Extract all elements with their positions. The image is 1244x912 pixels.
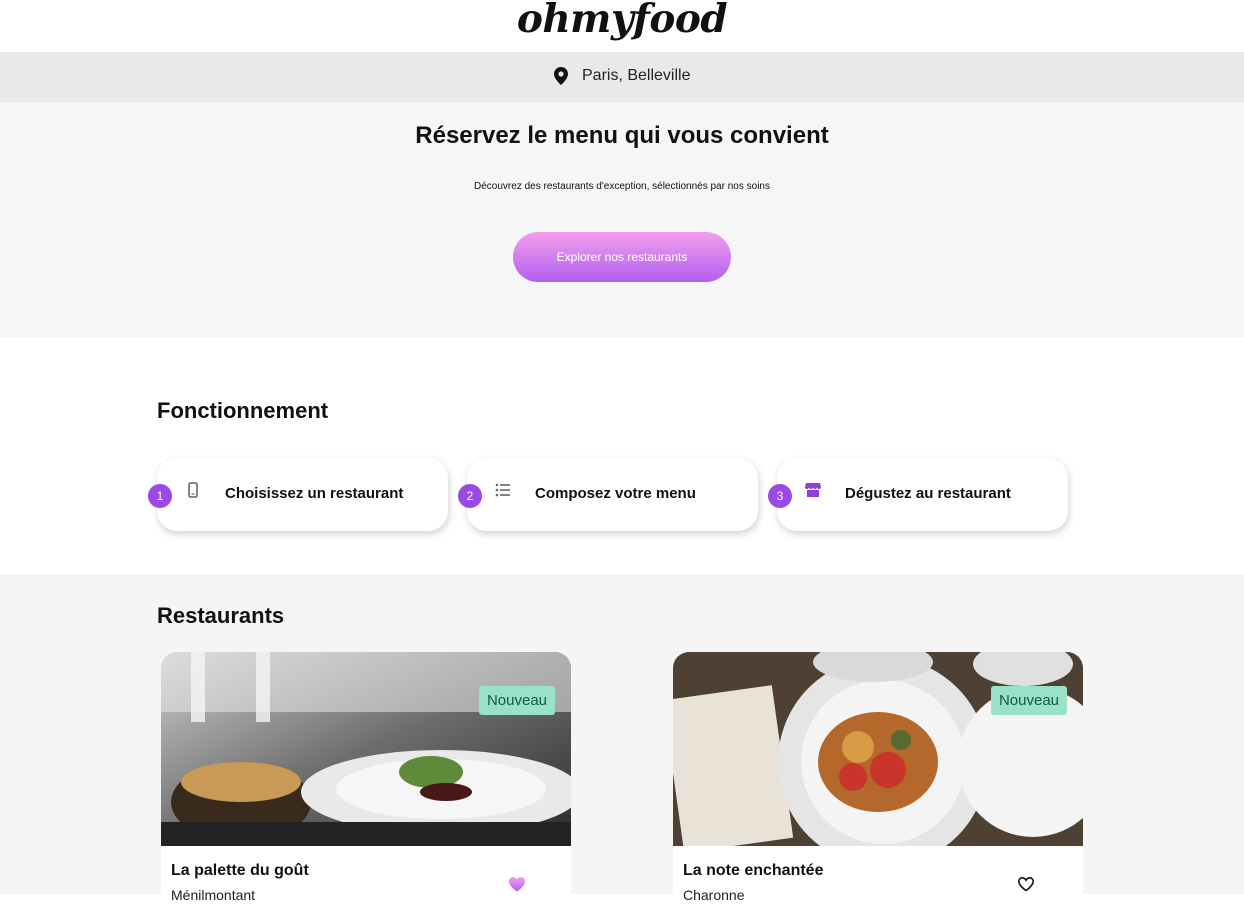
restaurant-photo bbox=[161, 652, 571, 846]
step-number: 1 bbox=[148, 484, 172, 508]
restaurant-card[interactable]: Nouveau La note enchantée Charonne bbox=[673, 652, 1083, 912]
restaurant-area: Ménilmontant bbox=[171, 887, 256, 903]
hero-subtitle: Découvrez des restaurants d'exception, s… bbox=[474, 181, 770, 192]
how-it-works-title: Fonctionnement bbox=[157, 398, 329, 423]
restaurant-card[interactable]: Nouveau La palette du goût Ménilmontant bbox=[161, 652, 571, 912]
step-card-2: 2 Composez votre menu bbox=[458, 458, 758, 531]
hero-title: Réservez le menu qui vous convient bbox=[415, 122, 829, 149]
smartphone-icon bbox=[188, 482, 198, 498]
step-label: Choisissez un restaurant bbox=[225, 485, 404, 502]
restaurant-area: Charonne bbox=[683, 887, 745, 903]
restaurants-title: Restaurants bbox=[157, 603, 285, 628]
step-number: 2 bbox=[458, 484, 482, 508]
restaurant-photo bbox=[673, 652, 1083, 846]
step-card-3: 3 Dégustez au restaurant bbox=[768, 458, 1068, 531]
new-badge: Nouveau bbox=[990, 686, 1067, 715]
step-card-1: 1 Choisissez un restaurant bbox=[148, 458, 448, 531]
location-text: Paris, Belleville bbox=[582, 67, 691, 84]
location-selector[interactable]: Paris, Belleville bbox=[554, 67, 690, 85]
step-label: Composez votre menu bbox=[535, 485, 696, 502]
restaurant-name: La palette du goût bbox=[171, 862, 309, 879]
how-it-works-section: Fonctionnement 1 Choisissez un restauran… bbox=[0, 337, 1244, 574]
restaurant-name: La note enchantée bbox=[683, 862, 824, 879]
store-icon bbox=[805, 483, 821, 497]
heart-outline-icon[interactable] bbox=[1017, 876, 1035, 892]
step-label: Dégustez au restaurant bbox=[845, 485, 1011, 502]
new-badge: Nouveau bbox=[478, 686, 555, 715]
map-pin-icon bbox=[554, 67, 568, 85]
list-icon bbox=[495, 483, 510, 497]
restaurants-section: Restaurants Nouveau La palette du goût M… bbox=[0, 574, 1244, 912]
site-header: ohmyfood bbox=[0, 0, 1244, 53]
step-number: 3 bbox=[768, 484, 792, 508]
site-logo[interactable]: ohmyfood bbox=[0, 0, 1244, 42]
heart-filled-icon[interactable] bbox=[508, 876, 526, 892]
explore-restaurants-button[interactable]: Explorer nos restaurants bbox=[513, 232, 731, 282]
location-bar: Paris, Belleville bbox=[0, 52, 1244, 102]
hero-section: Réservez le menu qui vous convient Décou… bbox=[0, 102, 1244, 337]
